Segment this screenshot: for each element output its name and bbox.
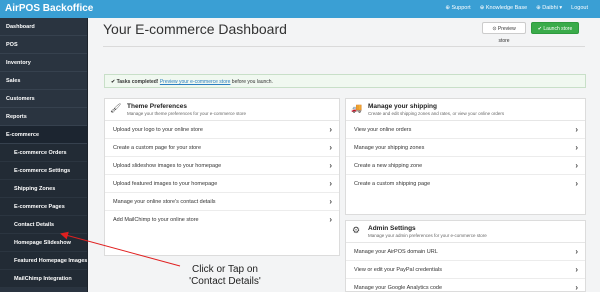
list-item[interactable]: Upload your logo to your online store › (105, 121, 339, 139)
card-subtitle: Manage your admin preferences for your e… (368, 233, 487, 238)
annotation-line-1: Click or Tap on (192, 264, 258, 275)
chevron-right-icon: › (329, 125, 332, 134)
paintbrush-icon: 🖌 (110, 103, 122, 113)
list-item[interactable]: Upload slideshow images to your homepage… (105, 157, 339, 175)
list-item[interactable]: View your online orders › (346, 121, 585, 139)
sidebar-subitem-homepage-slideshow[interactable]: Homepage Slideshow (0, 234, 87, 252)
support-link[interactable]: ⊕ Support (445, 5, 470, 11)
row-label: Create a custom shipping page (354, 181, 431, 187)
card-header: 🚚 Manage your shipping Create and edit s… (346, 99, 585, 121)
chevron-right-icon: › (329, 197, 332, 206)
annotation-callout: Click or Tap on 'Contact Details' (180, 264, 270, 288)
list-item[interactable]: Manage your shipping zones › (346, 139, 585, 157)
card-title: Admin Settings (368, 225, 416, 232)
sidebar-subitem-mailchimp-integration[interactable]: MailChimp Integration (0, 270, 87, 288)
list-item[interactable]: Create a custom page for your store › (105, 139, 339, 157)
row-label: Manage your shipping zones (354, 145, 425, 151)
list-item[interactable]: View or edit your PayPal credentials › (346, 261, 585, 279)
sidebar-item-pos[interactable]: POS (0, 36, 87, 54)
chevron-right-icon: › (575, 247, 578, 256)
top-bar: AirPOS Backoffice ⊕ Support ⊕ Knowledge … (0, 0, 600, 18)
chevron-right-icon: › (329, 215, 332, 224)
gear-icon: ⚙ (351, 225, 361, 235)
row-label: Upload slideshow images to your homepage (113, 163, 222, 169)
row-label: Create a custom page for your store (113, 145, 202, 151)
sidebar-subitem-featured-homepage-images[interactable]: Featured Homepage Images (0, 252, 87, 270)
brand-title[interactable]: AirPOS Backoffice (5, 3, 93, 14)
chevron-right-icon: › (329, 143, 332, 152)
sidebar-subitem-contact-details[interactable]: Contact Details (0, 216, 87, 234)
title-divider (103, 46, 585, 47)
list-item[interactable]: Manage your Google Analytics code › (346, 279, 585, 292)
logout-link[interactable]: Logout (571, 5, 588, 11)
row-label: Upload your logo to your online store (113, 127, 203, 133)
sidebar-item-reports[interactable]: Reports (0, 108, 87, 126)
row-label: Manage your AirPOS domain URL (354, 249, 438, 255)
card-title: Theme Preferences (127, 103, 187, 110)
row-label: Add MailChimp to your online store (113, 217, 199, 223)
admin-settings-card: ⚙ Admin Settings Manage your admin prefe… (345, 220, 586, 292)
sidebar-subitem-ecommerce-settings[interactable]: E-commerce Settings (0, 162, 87, 180)
top-links: ⊕ Support ⊕ Knowledge Base ⊕ Daibhi ▾ Lo… (445, 5, 588, 11)
list-item[interactable]: Add MailChimp to your online store › (105, 211, 339, 229)
alert-rest-text: before you launch. (230, 79, 273, 85)
truck-icon: 🚚 (351, 103, 363, 113)
card-header: ⚙ Admin Settings Manage your admin prefe… (346, 221, 585, 243)
list-item[interactable]: Create a custom shipping page › (346, 175, 585, 193)
row-label: Manage your Google Analytics code (354, 285, 443, 291)
chevron-right-icon: › (575, 283, 578, 292)
card-title: Manage your shipping (368, 103, 437, 110)
user-menu[interactable]: ⊕ Daibhi ▾ (536, 5, 562, 11)
launch-store-button[interactable]: ✔ Launch store (531, 22, 579, 34)
list-item[interactable]: Upload featured images to your homepage › (105, 175, 339, 193)
sidebar-item-sales[interactable]: Sales (0, 72, 87, 90)
theme-preferences-card: 🖌 Theme Preferences Manage your theme pr… (104, 98, 340, 256)
annotation-line-2: 'Contact Details' (189, 276, 261, 287)
sidebar: Dashboard POS Inventory Sales Customers … (0, 18, 88, 292)
row-label: Manage your online store's contact detai… (113, 199, 216, 205)
chevron-right-icon: › (575, 179, 578, 188)
sidebar-item-dashboard[interactable]: Dashboard (0, 18, 87, 36)
row-label: View or edit your PayPal credentials (354, 267, 442, 273)
alert-bold-text: ✔ Tasks completed! (111, 79, 159, 85)
list-item[interactable]: Manage your AirPOS domain URL › (346, 243, 585, 261)
chevron-right-icon: › (575, 265, 578, 274)
chevron-right-icon: › (329, 161, 332, 170)
chevron-right-icon: › (575, 143, 578, 152)
chevron-right-icon: › (575, 125, 578, 134)
list-item[interactable]: Create a new shipping zone › (346, 157, 585, 175)
page-title: Your E-commerce Dashboard (103, 21, 287, 37)
row-label: Create a new shipping zone (354, 163, 423, 169)
card-subtitle: Create and edit shipping zones and rates… (368, 111, 505, 116)
sidebar-subitem-ecommerce-orders[interactable]: E-commerce Orders (0, 144, 87, 162)
shipping-card: 🚚 Manage your shipping Create and edit s… (345, 98, 586, 215)
list-item[interactable]: Manage your online store's contact detai… (105, 193, 339, 211)
preview-store-link[interactable]: Preview your e-commerce store (160, 79, 231, 85)
row-label: View your online orders (354, 127, 412, 133)
knowledge-base-link[interactable]: ⊕ Knowledge Base (480, 5, 527, 11)
sidebar-item-inventory[interactable]: Inventory (0, 54, 87, 72)
sidebar-item-ecommerce[interactable]: E-commerce (0, 126, 87, 144)
card-subtitle: Manage your theme preferences for your e… (127, 111, 247, 116)
sidebar-subitem-ecommerce-pages[interactable]: E-commerce Pages (0, 198, 87, 216)
main-content: Your E-commerce Dashboard ⊙ Preview stor… (88, 18, 600, 292)
preview-store-button[interactable]: ⊙ Preview store (482, 22, 526, 44)
sidebar-item-customers[interactable]: Customers (0, 90, 87, 108)
chevron-right-icon: › (329, 179, 332, 188)
tasks-completed-alert: ✔ Tasks completed! Preview your e-commer… (104, 74, 586, 88)
row-label: Upload featured images to your homepage (113, 181, 218, 187)
sidebar-subitem-shipping-zones[interactable]: Shipping Zones (0, 180, 87, 198)
chevron-right-icon: › (575, 161, 578, 170)
card-header: 🖌 Theme Preferences Manage your theme pr… (105, 99, 339, 121)
